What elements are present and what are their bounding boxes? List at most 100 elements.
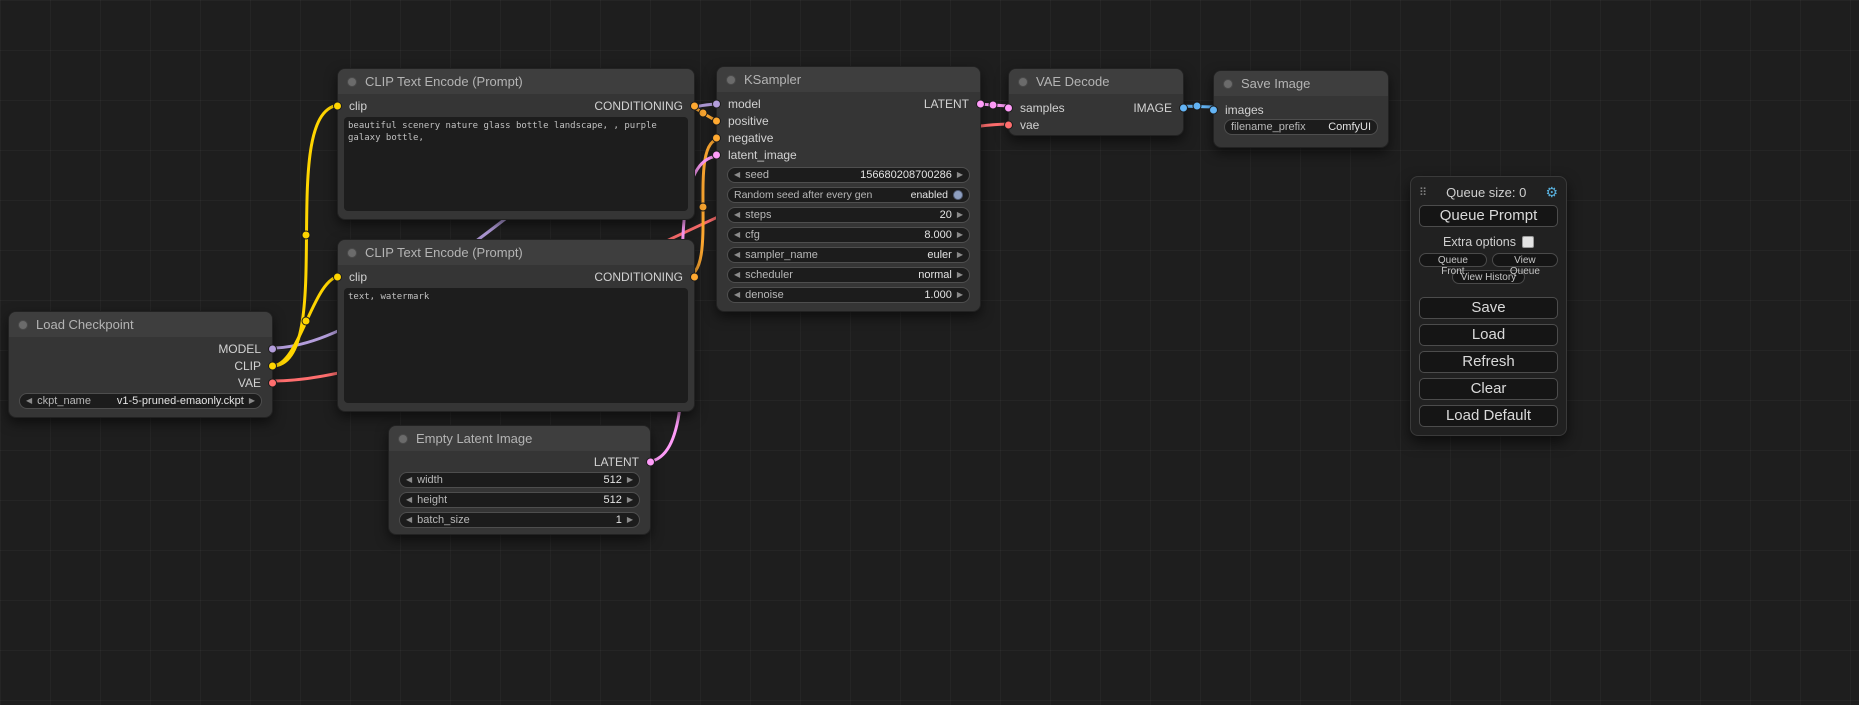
collapse-dot-icon[interactable] <box>398 434 408 444</box>
node-clip-text-encode-positive[interactable]: CLIP Text Encode (Prompt) clip CONDITION… <box>337 68 695 220</box>
decrement-arrow-icon[interactable]: ◀ <box>734 171 740 179</box>
node-empty-latent-image[interactable]: Empty Latent Image LATENT ◀ width 512 ▶ … <box>388 425 651 535</box>
clip-output-dot[interactable] <box>268 361 277 370</box>
increment-arrow-icon[interactable]: ▶ <box>957 171 963 179</box>
node-clip-text-encode-negative[interactable]: CLIP Text Encode (Prompt) clip CONDITION… <box>337 239 695 412</box>
vae-input-dot[interactable] <box>1004 120 1013 129</box>
widget-ckpt-name[interactable]: ◀ ckpt_name v1-5-pruned-emaonly.ckpt ▶ <box>19 393 262 409</box>
images-input-dot[interactable] <box>1209 105 1218 114</box>
input-slot-vae: vae <box>1009 116 1183 133</box>
node-title-bar[interactable]: VAE Decode <box>1009 69 1183 94</box>
image-output-dot[interactable] <box>1179 103 1188 112</box>
decrement-arrow-icon[interactable]: ◀ <box>734 211 740 219</box>
slot-row: clip CONDITIONING <box>338 97 694 114</box>
node-title-bar[interactable]: CLIP Text Encode (Prompt) <box>338 240 694 265</box>
extra-options-row: Extra options <box>1419 235 1558 249</box>
view-queue-button[interactable]: View Queue <box>1492 253 1558 267</box>
samples-input-dot[interactable] <box>1004 103 1013 112</box>
collapse-dot-icon[interactable] <box>347 248 357 258</box>
decrement-arrow-icon[interactable]: ◀ <box>406 476 412 484</box>
negative-input-dot[interactable] <box>712 133 721 142</box>
increment-arrow-icon[interactable]: ▶ <box>957 271 963 279</box>
collapse-dot-icon[interactable] <box>1223 79 1233 89</box>
decrement-arrow-icon[interactable]: ◀ <box>26 397 32 405</box>
node-title-bar[interactable]: Load Checkpoint <box>9 312 272 337</box>
increment-arrow-icon[interactable]: ▶ <box>957 211 963 219</box>
clip-input-dot[interactable] <box>333 101 342 110</box>
collapse-dot-icon[interactable] <box>18 320 28 330</box>
widget-steps[interactable]: ◀ steps 20 ▶ <box>727 207 970 223</box>
node-title-bar[interactable]: CLIP Text Encode (Prompt) <box>338 69 694 94</box>
link-midpoint-dot[interactable] <box>699 203 707 211</box>
conditioning-output-dot[interactable] <box>690 272 699 281</box>
widget-sampler-name[interactable]: ◀ sampler_name euler ▶ <box>727 247 970 263</box>
vae-output-dot[interactable] <box>268 378 277 387</box>
widget-width[interactable]: ◀ width 512 ▶ <box>399 472 640 488</box>
decrement-arrow-icon[interactable]: ◀ <box>734 251 740 259</box>
extra-options-checkbox[interactable] <box>1522 236 1534 248</box>
prompt-textarea[interactable]: beautiful scenery nature glass bottle la… <box>344 117 688 211</box>
link-midpoint-dot[interactable] <box>699 109 707 117</box>
load-button[interactable]: Load <box>1419 324 1558 346</box>
decrement-arrow-icon[interactable]: ◀ <box>734 271 740 279</box>
view-history-button[interactable]: View History <box>1452 270 1525 284</box>
model-output-dot[interactable] <box>268 344 277 353</box>
graph-canvas[interactable]: Load Checkpoint MODEL CLIP VAE ◀ ckpt_na… <box>0 0 1859 705</box>
widget-random-seed-toggle[interactable]: Random seed after every gen enabled <box>727 187 970 203</box>
node-title-bar[interactable]: Empty Latent Image <box>389 426 650 451</box>
decrement-arrow-icon[interactable]: ◀ <box>406 516 412 524</box>
latent-output-dot[interactable] <box>976 99 985 108</box>
collapse-dot-icon[interactable] <box>1018 77 1028 87</box>
increment-arrow-icon[interactable]: ▶ <box>957 251 963 259</box>
refresh-button[interactable]: Refresh <box>1419 351 1558 373</box>
collapse-dot-icon[interactable] <box>347 77 357 87</box>
node-load-checkpoint[interactable]: Load Checkpoint MODEL CLIP VAE ◀ ckpt_na… <box>8 311 273 418</box>
queue-panel: ⠿ Queue size: 0 ⚙ Queue Prompt Extra opt… <box>1410 176 1567 436</box>
queue-prompt-button[interactable]: Queue Prompt <box>1419 205 1558 227</box>
queue-front-button[interactable]: Queue Front <box>1419 253 1487 267</box>
settings-gear-icon[interactable]: ⚙ <box>1545 184 1558 201</box>
link-midpoint-dot[interactable] <box>989 101 997 109</box>
increment-arrow-icon[interactable]: ▶ <box>957 291 963 299</box>
increment-arrow-icon[interactable]: ▶ <box>957 231 963 239</box>
widget-denoise[interactable]: ◀ denoise 1.000 ▶ <box>727 287 970 303</box>
collapse-dot-icon[interactable] <box>726 75 736 85</box>
latent-image-input-dot[interactable] <box>712 150 721 159</box>
clear-button[interactable]: Clear <box>1419 378 1558 400</box>
widget-cfg[interactable]: ◀ cfg 8.000 ▶ <box>727 227 970 243</box>
widget-scheduler[interactable]: ◀ scheduler normal ▶ <box>727 267 970 283</box>
model-input-dot[interactable] <box>712 99 721 108</box>
widget-seed[interactable]: ◀ seed 156680208700286 ▶ <box>727 167 970 183</box>
node-title-bar[interactable]: Save Image <box>1214 71 1388 96</box>
node-save-image[interactable]: Save Image images filename_prefix ComfyU… <box>1213 70 1389 148</box>
save-button[interactable]: Save <box>1419 297 1558 319</box>
node-title: Load Checkpoint <box>36 317 134 332</box>
increment-arrow-icon[interactable]: ▶ <box>627 496 633 504</box>
latent-output-dot[interactable] <box>646 458 655 467</box>
link-midpoint-dot[interactable] <box>302 231 310 239</box>
increment-arrow-icon[interactable]: ▶ <box>627 516 633 524</box>
node-vae-decode[interactable]: VAE Decode samples IMAGE vae <box>1008 68 1184 136</box>
load-default-button[interactable]: Load Default <box>1419 405 1558 427</box>
widget-height[interactable]: ◀ height 512 ▶ <box>399 492 640 508</box>
increment-arrow-icon[interactable]: ▶ <box>249 397 255 405</box>
decrement-arrow-icon[interactable]: ◀ <box>406 496 412 504</box>
extra-options-label: Extra options <box>1443 235 1516 249</box>
toggle-knob-icon[interactable] <box>953 190 963 200</box>
link-midpoint-dot[interactable] <box>1193 102 1201 110</box>
positive-input-dot[interactable] <box>712 116 721 125</box>
prompt-textarea[interactable]: text, watermark <box>344 288 688 403</box>
node-ksampler[interactable]: KSampler model LATENT positive negative … <box>716 66 981 312</box>
link-midpoint-dot[interactable] <box>302 317 310 325</box>
conditioning-output-dot[interactable] <box>690 101 699 110</box>
decrement-arrow-icon[interactable]: ◀ <box>734 291 740 299</box>
increment-arrow-icon[interactable]: ▶ <box>627 476 633 484</box>
widget-batch-size[interactable]: ◀ batch_size 1 ▶ <box>399 512 640 528</box>
output-slot-clip: CLIP <box>9 357 272 374</box>
clip-input-dot[interactable] <box>333 272 342 281</box>
widget-filename-prefix[interactable]: filename_prefix ComfyUI <box>1224 119 1378 135</box>
node-title-bar[interactable]: KSampler <box>717 67 980 92</box>
decrement-arrow-icon[interactable]: ◀ <box>734 231 740 239</box>
drag-handle-icon[interactable]: ⠿ <box>1419 186 1427 199</box>
node-title: Empty Latent Image <box>416 431 532 446</box>
